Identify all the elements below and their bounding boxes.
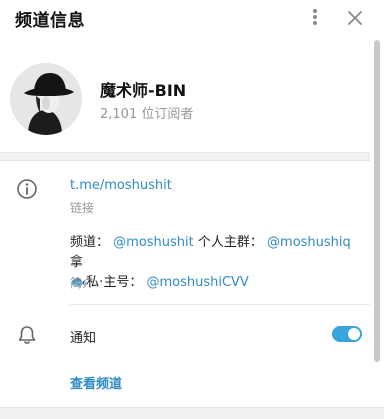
more-options-button[interactable] — [306, 6, 324, 28]
channel-about: 频道： @moshushit 个人主群： @moshushiq 拿 🐟私·主号：… — [70, 233, 360, 293]
channel-avatar[interactable] — [10, 63, 82, 135]
close-icon — [348, 11, 362, 25]
notifications-label: 通知 — [70, 331, 97, 346]
more-vertical-icon — [313, 9, 317, 13]
section-divider — [0, 152, 370, 161]
close-button[interactable] — [344, 7, 366, 29]
bottom-divider — [0, 407, 384, 419]
mention-link-group[interactable]: @moshushiq — [267, 235, 351, 250]
profile-section: 魔术师-BIN 2,101 位订阅者 — [0, 40, 370, 152]
about-line-2: 🐟私·主号： @moshushiCVV — [70, 275, 249, 290]
channel-link[interactable]: t.me/moshushit — [70, 178, 172, 193]
bell-icon — [18, 326, 36, 344]
notifications-toggle[interactable] — [332, 326, 362, 342]
panel-title: 频道信息 — [15, 11, 85, 31]
toggle-knob — [348, 328, 360, 340]
scrollbar[interactable] — [374, 40, 380, 362]
mention-link-private[interactable]: @moshushiCVV — [146, 275, 248, 290]
subscriber-count: 2,101 位订阅者 — [100, 107, 194, 122]
panel-header: 频道信息 — [0, 0, 384, 36]
divider-line — [70, 304, 370, 305]
info-icon — [17, 179, 37, 199]
channel-name: 魔术师-BIN — [100, 81, 187, 100]
view-channel-button[interactable]: 查看频道 — [70, 373, 122, 392]
mention-link-channel[interactable]: @moshushit — [113, 235, 194, 250]
link-caption: 链接 — [70, 201, 95, 215]
about-line-1: 频道： @moshushit 个人主群： @moshushiq 拿 — [70, 235, 351, 270]
about-caption: 简介 — [70, 276, 95, 290]
